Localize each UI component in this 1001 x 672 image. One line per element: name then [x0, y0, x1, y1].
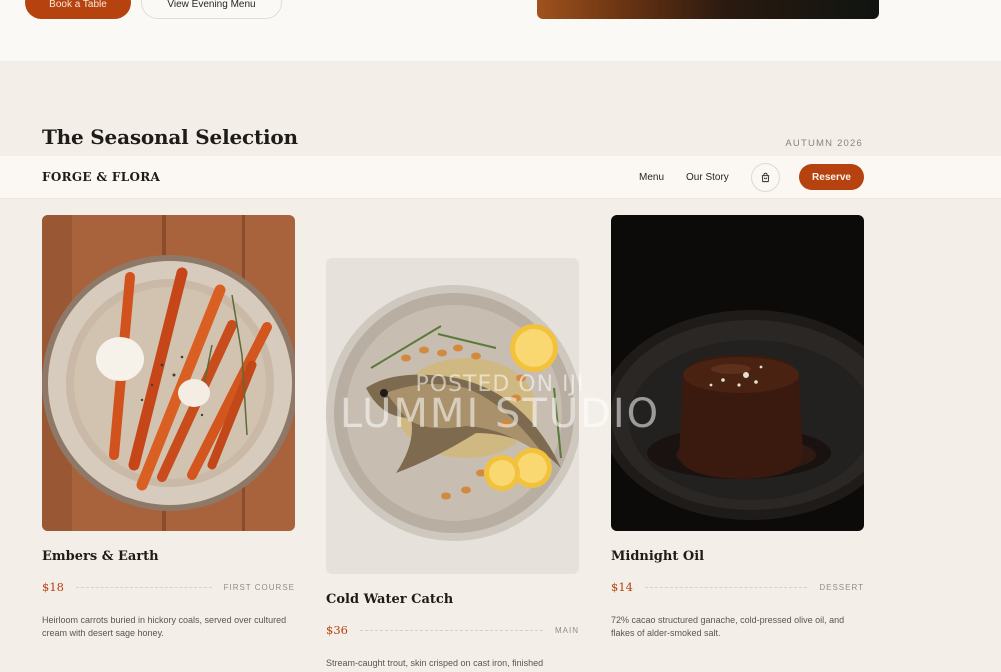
dish-price: $36	[326, 623, 348, 637]
price-row: $18 FIRST COURSE	[42, 580, 295, 594]
dish-image	[326, 258, 579, 574]
dish-name: Midnight Oil	[611, 549, 705, 564]
course-label: MAIN	[555, 625, 579, 635]
dish-name: Cold Water Catch	[326, 592, 454, 607]
dish-description: 72% cacao structured ganache, cold-press…	[611, 615, 845, 638]
hero-section: Book a Table View Evening Menu	[0, 0, 1001, 61]
price-divider	[359, 629, 543, 631]
price-divider	[644, 586, 808, 588]
nav-link-our-story[interactable]: Our Story	[686, 172, 729, 183]
dish-price: $18	[42, 580, 64, 594]
cart-button[interactable]	[751, 163, 780, 192]
dish-name: Embers & Earth	[42, 549, 159, 564]
reserve-button[interactable]: Reserve	[799, 164, 864, 190]
price-divider	[75, 586, 212, 588]
dish-image	[611, 215, 864, 531]
course-label: FIRST COURSE	[223, 582, 295, 592]
hero-image	[537, 0, 879, 19]
dish-card-midnight-oil[interactable]: Midnight Oil $14 DESSERT 72% cacao struc…	[611, 215, 864, 640]
navigation-bar: FORGE & FLORA Menu Our Story Reserve	[0, 156, 1001, 199]
nav-link-menu[interactable]: Menu	[639, 172, 664, 183]
dish-description: Stream-caught trout, skin crisped on cas…	[326, 658, 544, 668]
season-label: AUTUMN 2026	[785, 138, 863, 149]
section-title: The Seasonal Selection	[42, 125, 298, 149]
dish-price: $14	[611, 580, 633, 594]
shopping-bag-icon	[761, 172, 770, 183]
dish-description: Heirloom carrots buried in hickory coals…	[42, 615, 287, 638]
book-table-button[interactable]: Book a Table	[25, 0, 131, 19]
dish-card-cold-water-catch[interactable]: Cold Water Catch $36 MAIN Stream-caught …	[326, 258, 579, 670]
dish-card-embers-earth[interactable]: Embers & Earth $18 FIRST COURSE Heirloom…	[42, 215, 295, 640]
dish-image	[42, 215, 295, 531]
price-row: $14 DESSERT	[611, 580, 864, 594]
brand-logo[interactable]: FORGE & FLORA	[42, 170, 160, 184]
course-label: DESSERT	[819, 582, 864, 592]
price-row: $36 MAIN	[326, 623, 579, 637]
view-evening-menu-button[interactable]: View Evening Menu	[141, 0, 282, 19]
